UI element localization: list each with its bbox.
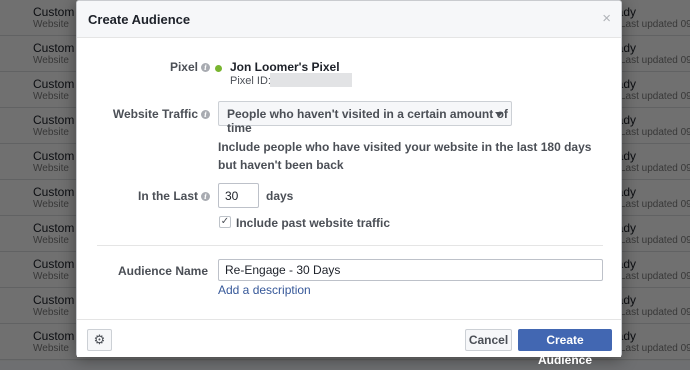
cancel-button[interactable]: Cancel [465, 329, 512, 351]
dialog-title: Create Audience [88, 12, 191, 27]
in-the-last-label: In the Last [137, 189, 198, 203]
create-audience-button[interactable]: Create Audience [518, 329, 612, 367]
website-traffic-label-row: Website Traffic i [87, 107, 210, 121]
dialog-footer: ⚙ Cancel Create Audience [77, 319, 621, 367]
days-unit-label: days [266, 189, 294, 203]
pixel-name: Jon Loomer's Pixel [230, 60, 340, 74]
pixel-label: Pixel [169, 60, 198, 74]
info-icon[interactable]: i [201, 192, 210, 201]
close-icon[interactable]: × [602, 10, 611, 27]
website-traffic-description: Include people who have visited your web… [218, 140, 592, 172]
in-the-last-label-row: In the Last i [87, 189, 210, 203]
section-divider [97, 245, 603, 246]
website-traffic-label: Website Traffic [112, 107, 198, 121]
audience-name-label: Audience Name [117, 264, 208, 278]
pixel-id-redacted [270, 73, 352, 87]
add-description-link[interactable]: Add a description [218, 283, 311, 297]
website-traffic-selected: People who haven't visited in a certain … [227, 107, 508, 135]
include-past-traffic-label[interactable]: Include past website traffic [236, 216, 390, 230]
website-traffic-dropdown[interactable]: People who haven't visited in a certain … [218, 101, 512, 135]
audience-name-input[interactable]: Re-Engage - 30 Days [218, 259, 603, 281]
gear-icon: ⚙ [93, 332, 106, 347]
pixel-status-dot [215, 65, 222, 72]
days-input[interactable]: 30 [218, 183, 259, 208]
dialog-header: Create Audience × [77, 1, 621, 38]
info-icon[interactable]: i [201, 110, 210, 119]
info-icon[interactable]: i [201, 63, 210, 72]
include-past-traffic-checkbox[interactable]: ✓ [219, 216, 231, 228]
create-audience-dialog: Create Audience × Pixel i Jon Loomer's Pi… [76, 0, 622, 367]
pixel-label-row: Pixel i [137, 60, 210, 74]
settings-button[interactable]: ⚙ [87, 329, 112, 351]
pixel-id-label: Pixel ID: [230, 75, 271, 87]
chevron-down-icon [495, 112, 503, 117]
